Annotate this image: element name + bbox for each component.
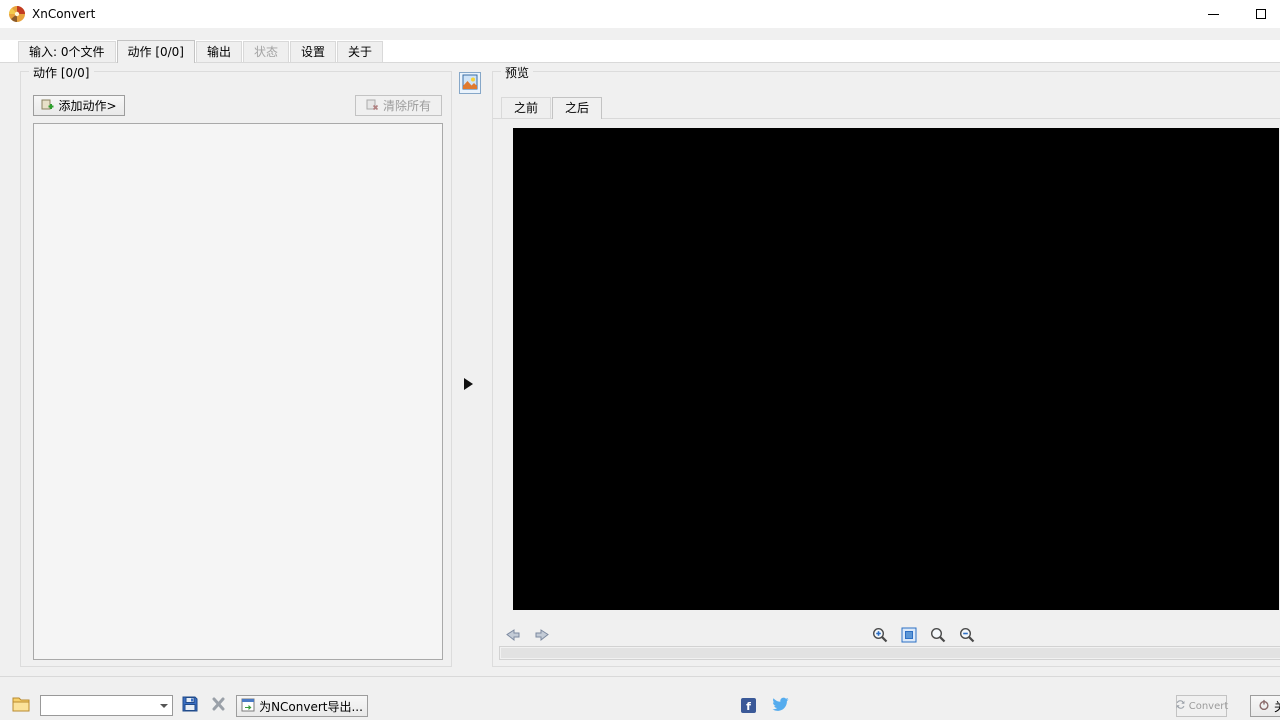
tab-input[interactable]: 输入: 0个文件 [18, 41, 116, 62]
main-tab-strip: 输入: 0个文件 动作 [0/0] 输出 状态 设置 关于 [0, 40, 1280, 62]
export-window-icon [241, 698, 255, 715]
zoom-in-button[interactable] [871, 627, 889, 645]
facebook-button[interactable]: f [741, 698, 756, 713]
close-label: 关 [1274, 698, 1280, 715]
arrow-left-icon [504, 626, 521, 646]
splitter-expand-arrow-icon[interactable] [464, 378, 473, 390]
convert-button: Convert [1176, 695, 1227, 717]
preview-group: 预览 之前 之后 [492, 71, 1280, 667]
save-preset-button[interactable] [182, 697, 198, 713]
minimize-icon [1208, 14, 1219, 15]
tab-status: 状态 [243, 41, 289, 62]
preset-combobox[interactable] [40, 695, 173, 716]
preview-canvas [513, 128, 1279, 610]
preview-group-title: 预览 [501, 64, 533, 81]
folder-icon [12, 696, 30, 715]
open-preset-folder-button[interactable] [12, 697, 30, 713]
magnifier-minus-icon [958, 626, 976, 647]
export-nconvert-button[interactable]: 为NConvert导出... [236, 695, 368, 717]
app-window: XnConvert 输入: 0个文件 动作 [0/0] 输出 状态 设置 关于 … [0, 0, 1280, 720]
actions-group-title: 动作 [0/0] [29, 64, 94, 81]
xnconvert-logo-icon [8, 5, 26, 23]
magnifier-plus-icon [871, 626, 889, 647]
twitter-button[interactable] [771, 698, 790, 713]
actions-list[interactable] [33, 123, 443, 660]
maximize-button[interactable] [1238, 0, 1280, 28]
clear-all-button: 清除所有 [355, 95, 442, 116]
minimize-button[interactable] [1190, 0, 1236, 28]
tab-about[interactable]: 关于 [337, 41, 383, 62]
close-button[interactable]: 关 [1250, 695, 1280, 717]
tab-settings[interactable]: 设置 [290, 41, 336, 62]
tab-after[interactable]: 之后 [552, 97, 602, 119]
facebook-f-icon: f [746, 700, 751, 713]
convert-label: Convert [1189, 701, 1229, 712]
next-image-button[interactable] [533, 627, 551, 645]
fit-window-icon [900, 626, 918, 647]
chevron-down-icon[interactable] [155, 696, 172, 715]
preview-panel-toggle-button[interactable] [459, 72, 481, 94]
export-nconvert-label: 为NConvert导出... [259, 698, 363, 715]
magnifier-icon [929, 626, 947, 647]
maximize-icon [1256, 9, 1266, 19]
preview-tab-divider [493, 118, 1280, 119]
delete-preset-button[interactable] [211, 698, 226, 712]
add-action-button[interactable]: 添加动作> [33, 95, 125, 116]
clear-all-label: 清除所有 [383, 97, 431, 114]
twitter-bird-icon [771, 697, 790, 715]
preview-horizontal-scrollbar[interactable] [499, 646, 1280, 660]
preview-tab-strip: 之前 之后 [501, 96, 603, 118]
zoom-out-button[interactable] [958, 627, 976, 645]
arrow-right-icon [534, 626, 551, 646]
tab-actions[interactable]: 动作 [0/0] [117, 40, 196, 63]
tab-before[interactable]: 之前 [501, 97, 551, 118]
bottom-toolbar: 为NConvert导出... f Convert [0, 676, 1280, 720]
tab-output[interactable]: 输出 [196, 41, 242, 62]
cross-icon [211, 697, 226, 714]
add-action-icon [41, 98, 54, 114]
add-action-label: 添加动作> [58, 97, 116, 114]
clear-all-icon [366, 98, 379, 114]
scrollbar-thumb[interactable] [501, 648, 1280, 658]
convert-arrows-icon [1175, 699, 1186, 713]
floppy-disk-icon [182, 696, 198, 715]
picture-icon [462, 74, 478, 93]
window-titlebar: XnConvert [0, 0, 1280, 28]
power-icon [1258, 699, 1270, 714]
zoom-fit-button[interactable] [900, 627, 918, 645]
actions-group: 动作 [0/0] 添加动作> 清除所有 [20, 71, 452, 667]
window-title: XnConvert [32, 7, 95, 21]
previous-image-button[interactable] [503, 627, 521, 645]
zoom-original-button[interactable] [929, 627, 947, 645]
